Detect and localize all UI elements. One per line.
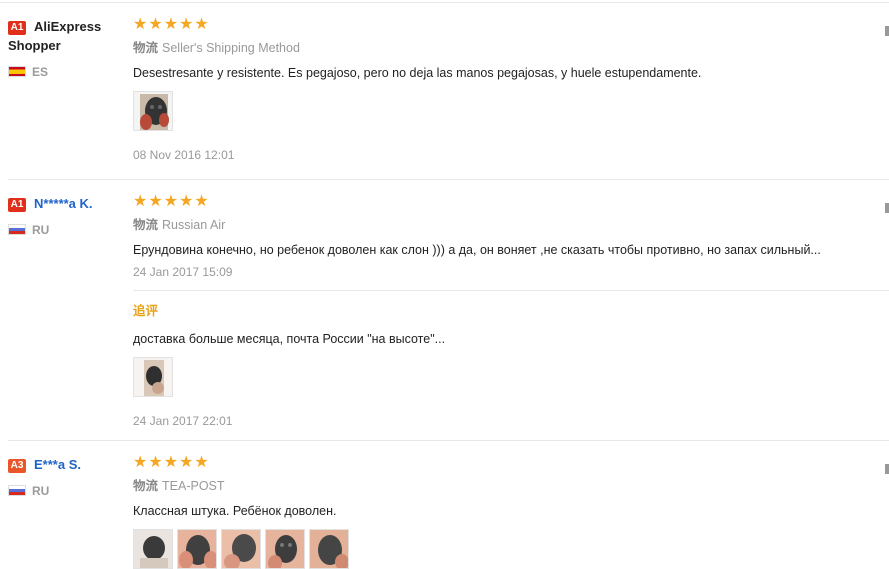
review-text: Классная штука. Ребёнок доволен. — [133, 504, 337, 518]
photo-placeholder-icon — [134, 92, 172, 130]
shipping-method: 物流 Russian Air — [133, 217, 225, 233]
reviewer-name-row: A3 E***a S. — [8, 455, 128, 474]
review-photo-thumbnail[interactable] — [133, 91, 173, 131]
shipping-value: Russian Air — [162, 218, 226, 232]
shipping-label: 物流 — [133, 218, 159, 232]
reviewer-name-row: A1 AliExpress Shopper — [8, 17, 128, 55]
photo-placeholder-icon — [134, 530, 172, 568]
russia-flag-icon — [8, 485, 26, 496]
reviewer-country: RU — [8, 484, 128, 498]
country-code: RU — [32, 223, 50, 237]
shipping-method: 物流 Seller's Shipping Method — [133, 40, 300, 56]
star-rating: ★★★★★ — [133, 193, 210, 210]
followup-label: 追评 — [133, 304, 159, 318]
level-badge: A1 — [8, 198, 26, 212]
photo-placeholder-icon — [134, 358, 172, 396]
review-photo-thumbnail[interactable] — [309, 529, 349, 569]
review-photo-thumbnail[interactable] — [177, 529, 217, 569]
photo-placeholder-icon — [222, 530, 260, 568]
followup-divider — [133, 290, 889, 291]
review-photo-thumbnail[interactable] — [265, 529, 305, 569]
review-divider — [8, 440, 889, 441]
side-marker — [885, 464, 889, 474]
review-text: Ерундовина конечно, но ребенок доволен к… — [133, 243, 821, 257]
side-marker — [885, 203, 889, 213]
followup-photos — [133, 357, 177, 397]
review-text: Desestresante y resistente. Es pegajoso,… — [133, 66, 702, 80]
photo-placeholder-icon — [310, 530, 348, 568]
reviewer-name: AliExpress — [34, 19, 102, 34]
review-content: ★★★★★ 物流 Seller's Shipping Method Desestr… — [133, 16, 889, 162]
review-photos — [133, 91, 177, 131]
followup-photo-thumbnail[interactable] — [133, 357, 173, 397]
shipping-label: 物流 — [133, 41, 159, 55]
review-date: 08 Nov 2016 12:01 — [133, 148, 235, 162]
photo-placeholder-icon — [266, 530, 304, 568]
photo-placeholder-icon — [178, 530, 216, 568]
reviewer-name-row: A1 N*****a K. — [8, 194, 128, 213]
reviewer-name-continued: Shopper — [8, 38, 61, 53]
shipping-label: 物流 — [133, 479, 159, 493]
country-code: RU — [32, 484, 50, 498]
followup-text: доставка больше месяца, почта России "на… — [133, 332, 446, 346]
shipping-value: TEA-POST — [162, 479, 225, 493]
reviewer-info: A3 E***a S. RU — [8, 455, 128, 498]
shipping-value: Seller's Shipping Method — [162, 41, 300, 55]
shipping-method: 物流 TEA-POST — [133, 478, 225, 494]
reviewer-name[interactable]: E***a S. — [34, 457, 81, 472]
review-date: 24 Jan 2017 15:09 — [133, 265, 233, 279]
side-marker — [885, 26, 889, 36]
review-content: ★★★★★ 物流 Russian Air Ерундовина конечно, … — [133, 193, 889, 428]
review-photo-thumbnail[interactable] — [133, 529, 173, 569]
reviewer-country: ES — [8, 65, 128, 79]
reviewer-country: RU — [8, 223, 128, 237]
reviewer-info: A1 N*****a K. RU — [8, 194, 128, 237]
reviewer-info: A1 AliExpress Shopper ES — [8, 17, 128, 79]
review-divider — [8, 179, 889, 180]
review-photos — [133, 529, 353, 569]
followup-date: 24 Jan 2017 22:01 — [133, 414, 233, 428]
level-badge: A1 — [8, 21, 26, 35]
review-photo-thumbnail[interactable] — [221, 529, 261, 569]
star-rating: ★★★★★ — [133, 16, 210, 33]
reviewer-name[interactable]: N*****a K. — [34, 196, 93, 211]
review-content: ★★★★★ 物流 TEA-POST Классная штука. Ребёнок… — [133, 454, 889, 569]
top-divider — [0, 2, 889, 3]
country-code: ES — [32, 65, 49, 79]
star-rating: ★★★★★ — [133, 454, 210, 471]
level-badge: A3 — [8, 459, 26, 473]
russia-flag-icon — [8, 224, 26, 235]
spain-flag-icon — [8, 66, 26, 77]
